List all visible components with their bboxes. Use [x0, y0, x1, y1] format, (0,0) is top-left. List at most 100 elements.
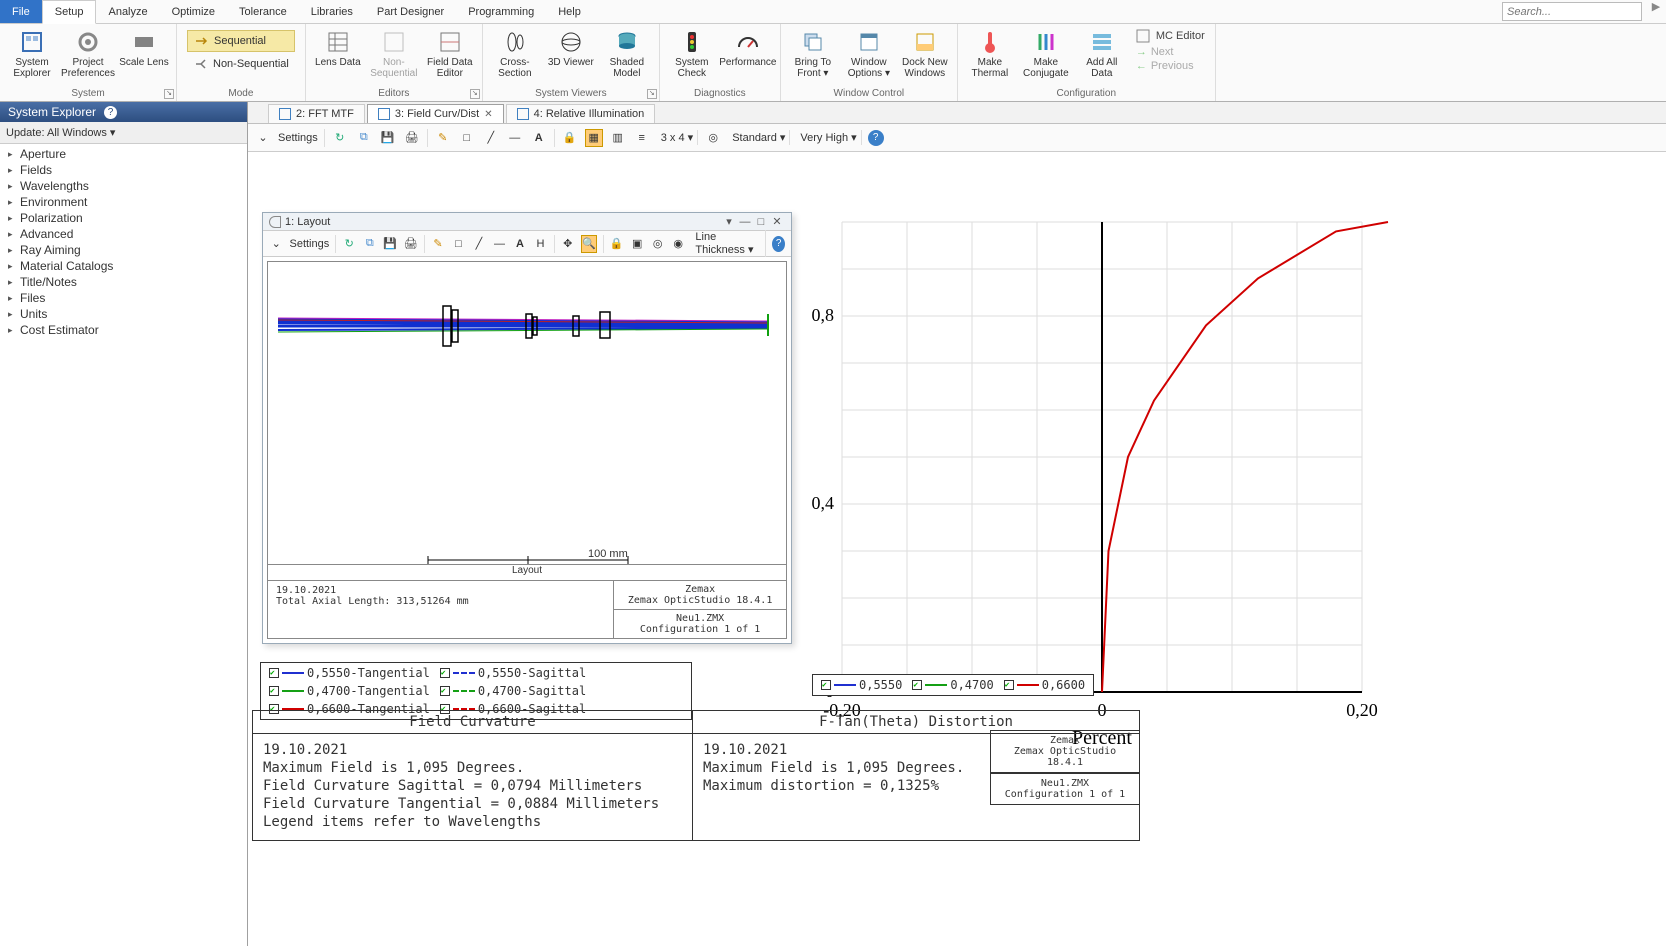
- dock-new-windows-button[interactable]: Dock New Windows: [899, 26, 951, 79]
- menu-file[interactable]: File: [0, 0, 42, 23]
- chevron-down-icon[interactable]: ⌄: [254, 129, 272, 147]
- pencil-icon[interactable]: ✎: [434, 129, 452, 147]
- refresh-icon[interactable]: ↻: [331, 129, 349, 147]
- legend-item[interactable]: 0,4700: [912, 678, 993, 692]
- bring-to-front-button[interactable]: Bring To Front ▾: [787, 26, 839, 79]
- menu-optimize[interactable]: Optimize: [160, 0, 227, 23]
- tree-item-cost-estimator[interactable]: ▸Cost Estimator: [0, 322, 247, 338]
- help-icon[interactable]: ?: [868, 130, 884, 146]
- legend-item[interactable]: 0,4700-Tangential: [269, 684, 430, 698]
- editors-group-launcher[interactable]: ↘: [470, 89, 480, 99]
- square-icon[interactable]: □: [458, 129, 476, 147]
- lock-icon[interactable]: 🔒: [609, 235, 623, 253]
- search-input[interactable]: [1502, 2, 1642, 21]
- checkbox-icon[interactable]: [440, 668, 450, 678]
- copy-icon[interactable]: ⧉: [355, 129, 373, 147]
- tree-item-material-catalogs[interactable]: ▸Material Catalogs: [0, 258, 247, 274]
- menu-libraries[interactable]: Libraries: [299, 0, 365, 23]
- tree-item-ray-aiming[interactable]: ▸Ray Aiming: [0, 242, 247, 258]
- menu-tolerance[interactable]: Tolerance: [227, 0, 299, 23]
- mc-editor-link[interactable]: MC Editor: [1136, 28, 1205, 44]
- field-data-editor-button[interactable]: Field Data Editor: [424, 26, 476, 79]
- tree-item-fields[interactable]: ▸Fields: [0, 162, 247, 178]
- square-icon[interactable]: □: [451, 235, 465, 253]
- mode-sequential-button[interactable]: Sequential: [187, 30, 295, 52]
- fit-icon[interactable]: ▣: [630, 235, 644, 253]
- print-icon[interactable]: 🖨: [403, 235, 417, 253]
- 3d-viewer-button[interactable]: 3D Viewer: [545, 26, 597, 68]
- layout-window[interactable]: 1: Layout ▾ — □ ✕ ⌄ Settings ↻ ⧉ 💾 🖨: [262, 212, 792, 644]
- layout-titlebar[interactable]: 1: Layout ▾ — □ ✕: [263, 213, 791, 231]
- help-icon[interactable]: ?: [104, 106, 117, 119]
- close-icon[interactable]: ✕: [769, 215, 785, 228]
- menu-analyze[interactable]: Analyze: [96, 0, 159, 23]
- grid-size-dropdown[interactable]: 3 x 4 ▾: [657, 130, 698, 145]
- tree-item-units[interactable]: ▸Units: [0, 306, 247, 322]
- tree-item-wavelengths[interactable]: ▸Wavelengths: [0, 178, 247, 194]
- settings-label[interactable]: Settings: [278, 132, 318, 144]
- layout-canvas[interactable]: 100 mm Layout: [267, 261, 787, 581]
- line-icon[interactable]: —: [506, 129, 524, 147]
- legend-item[interactable]: 0,5550: [821, 678, 902, 692]
- text-icon[interactable]: A: [513, 235, 527, 253]
- system-explorer-button[interactable]: System Explorer: [6, 26, 58, 79]
- stack-icon[interactable]: ≡: [633, 129, 651, 147]
- tree-item-polarization[interactable]: ▸Polarization: [0, 210, 247, 226]
- update-dropdown[interactable]: Update: All Windows ▾: [0, 122, 247, 144]
- tab-relative-illumination[interactable]: 4: Relative Illumination: [506, 104, 656, 123]
- copy-icon[interactable]: ⧉: [363, 235, 377, 253]
- checkbox-icon[interactable]: [1004, 680, 1014, 690]
- target-icon[interactable]: ◎: [704, 129, 722, 147]
- system-group-launcher[interactable]: ↘: [164, 89, 174, 99]
- grid2-icon[interactable]: ▥: [609, 129, 627, 147]
- redo-target-icon[interactable]: ◉: [671, 235, 685, 253]
- line-thickness-dropdown[interactable]: Line Thickness ▾: [691, 230, 766, 257]
- tree-item-advanced[interactable]: ▸Advanced: [0, 226, 247, 242]
- target-icon[interactable]: ◎: [650, 235, 664, 253]
- tab-fft-mtf[interactable]: 2: FFT MTF: [268, 104, 365, 123]
- grid-view-icon[interactable]: ▦: [585, 129, 603, 147]
- checkbox-icon[interactable]: [269, 686, 279, 696]
- cross-section-button[interactable]: Cross-Section: [489, 26, 541, 79]
- make-thermal-button[interactable]: Make Thermal: [964, 26, 1016, 79]
- chevron-down-icon[interactable]: ▾: [721, 215, 737, 228]
- chevron-down-icon[interactable]: ⌄: [269, 235, 283, 253]
- menu-setup[interactable]: Setup: [42, 0, 97, 24]
- diagonal-icon[interactable]: ╱: [472, 235, 486, 253]
- legend-item[interactable]: 0,5550-Sagittal: [440, 666, 586, 680]
- checkbox-icon[interactable]: [440, 686, 450, 696]
- menu-help[interactable]: Help: [546, 0, 593, 23]
- minimize-icon[interactable]: —: [737, 216, 753, 228]
- make-conjugate-button[interactable]: Make Conjugate: [1020, 26, 1072, 79]
- performance-button[interactable]: Performance: [722, 26, 774, 68]
- ruler-icon[interactable]: H: [533, 235, 547, 253]
- tab-field-curv-dist[interactable]: 3: Field Curv/Dist✕: [367, 104, 504, 123]
- window-options-button[interactable]: Window Options ▾: [843, 26, 895, 79]
- lock-icon[interactable]: 🔒: [561, 129, 579, 147]
- legend-item[interactable]: 0,5550-Tangential: [269, 666, 430, 680]
- checkbox-icon[interactable]: [912, 680, 922, 690]
- save-icon[interactable]: 💾: [383, 235, 397, 253]
- legend-item[interactable]: 0,6600: [1004, 678, 1085, 692]
- line-icon[interactable]: —: [492, 235, 506, 253]
- shaded-model-button[interactable]: Shaded Model: [601, 26, 653, 79]
- settings-label[interactable]: Settings: [289, 238, 329, 250]
- add-all-data-button[interactable]: Add All Data: [1076, 26, 1128, 79]
- checkbox-icon[interactable]: [269, 668, 279, 678]
- system-check-button[interactable]: System Check: [666, 26, 718, 79]
- print-icon[interactable]: 🖨: [403, 129, 421, 147]
- refresh-icon[interactable]: ↻: [342, 235, 356, 253]
- menu-programming[interactable]: Programming: [456, 0, 546, 23]
- standard-dropdown[interactable]: Standard ▾: [728, 130, 790, 145]
- tree-item-environment[interactable]: ▸Environment: [0, 194, 247, 210]
- quality-dropdown[interactable]: Very High ▾: [796, 130, 861, 145]
- maximize-icon[interactable]: □: [753, 216, 769, 228]
- menu-part-designer[interactable]: Part Designer: [365, 0, 456, 23]
- lens-data-button[interactable]: Lens Data: [312, 26, 364, 68]
- zoom-icon[interactable]: 🔍: [581, 235, 597, 253]
- legend-item[interactable]: 0,4700-Sagittal: [440, 684, 586, 698]
- diagonal-icon[interactable]: ╱: [482, 129, 500, 147]
- tree-item-files[interactable]: ▸Files: [0, 290, 247, 306]
- viewers-group-launcher[interactable]: ↘: [647, 89, 657, 99]
- mode-nonsequential-button[interactable]: Non-Sequential: [187, 54, 295, 74]
